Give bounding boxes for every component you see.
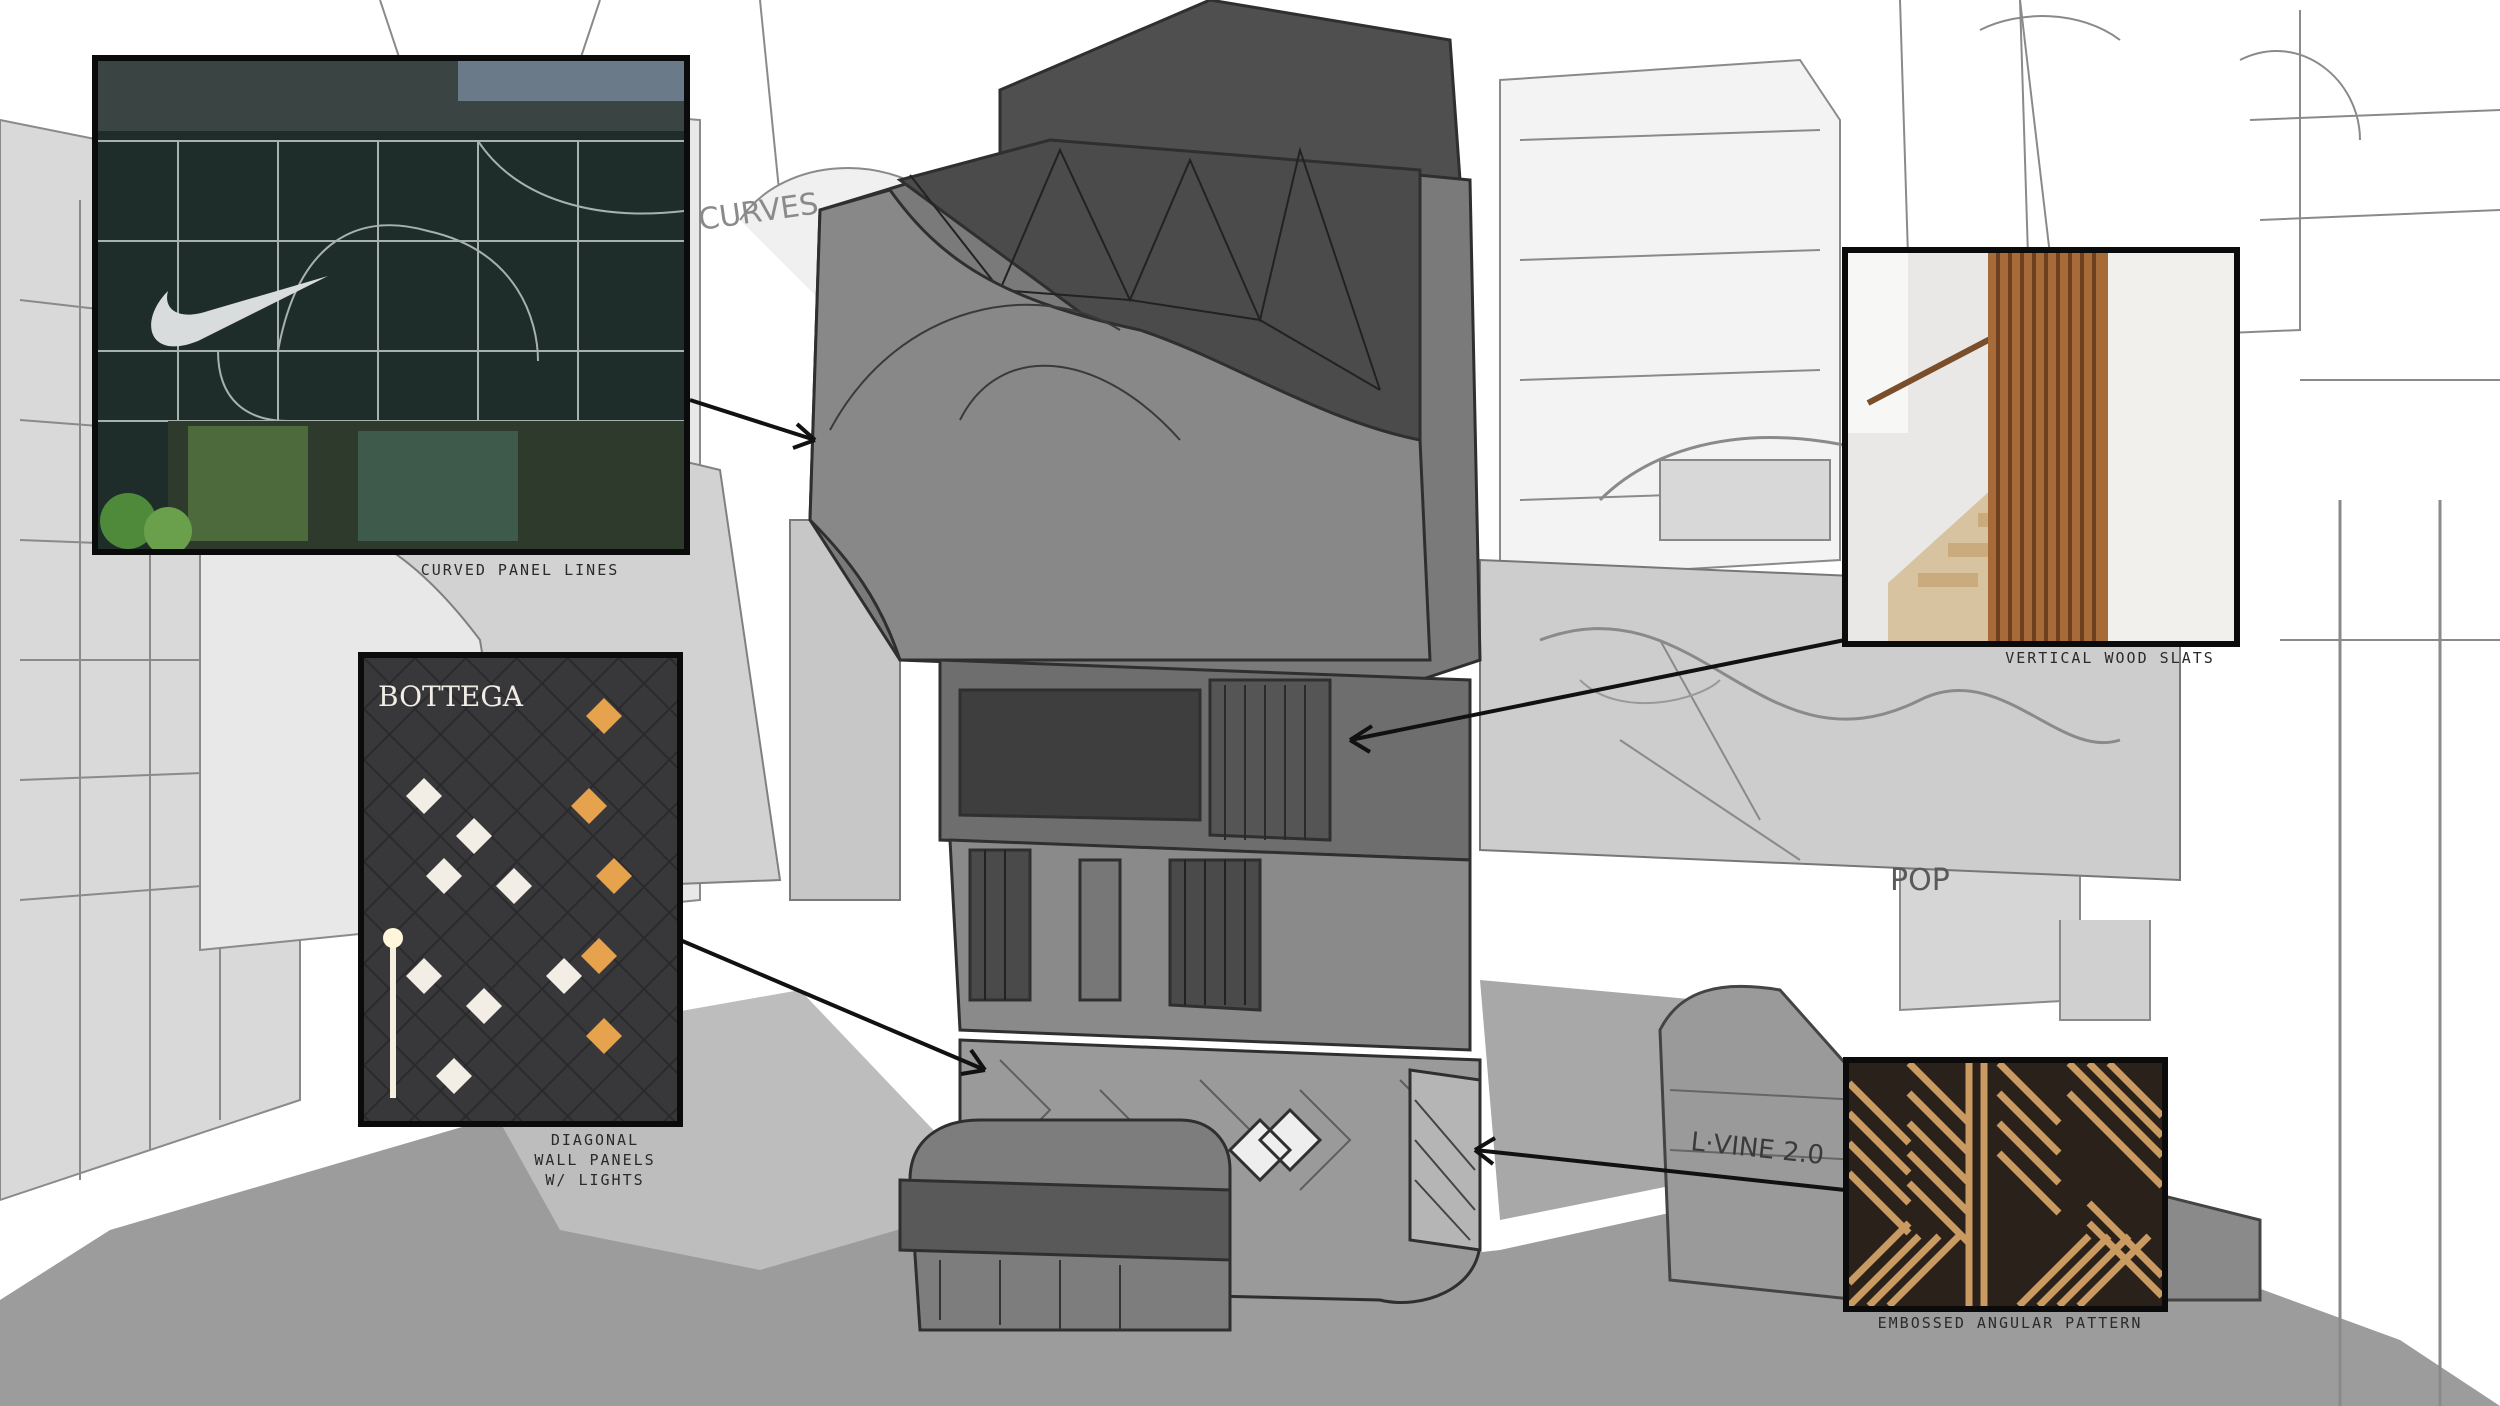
reference-curved-panel-lines — [92, 55, 690, 555]
bottega-sign: BOTTEGA — [378, 680, 524, 713]
caption-embossed-angular-pattern: EMBOSSED ANGULAR PATTERN — [1877, 1314, 2143, 1332]
mural-sign: POP — [1890, 863, 1950, 898]
reference-vertical-wood-slats — [1842, 247, 2240, 647]
reference-embossed-angular-pattern — [1843, 1057, 2168, 1312]
caption-curved-panel-lines: CURVED PANEL LINES — [420, 561, 620, 579]
caption-diagonal-wall-panels: DIAGONAL WALL PANELS W/ LIGHTS — [534, 1131, 656, 1189]
caption-vertical-wood-slats: VERTICAL WOOD SLATS — [2005, 649, 2215, 667]
reference-diagonal-wall-panels: BOTTEGA — [358, 652, 683, 1127]
